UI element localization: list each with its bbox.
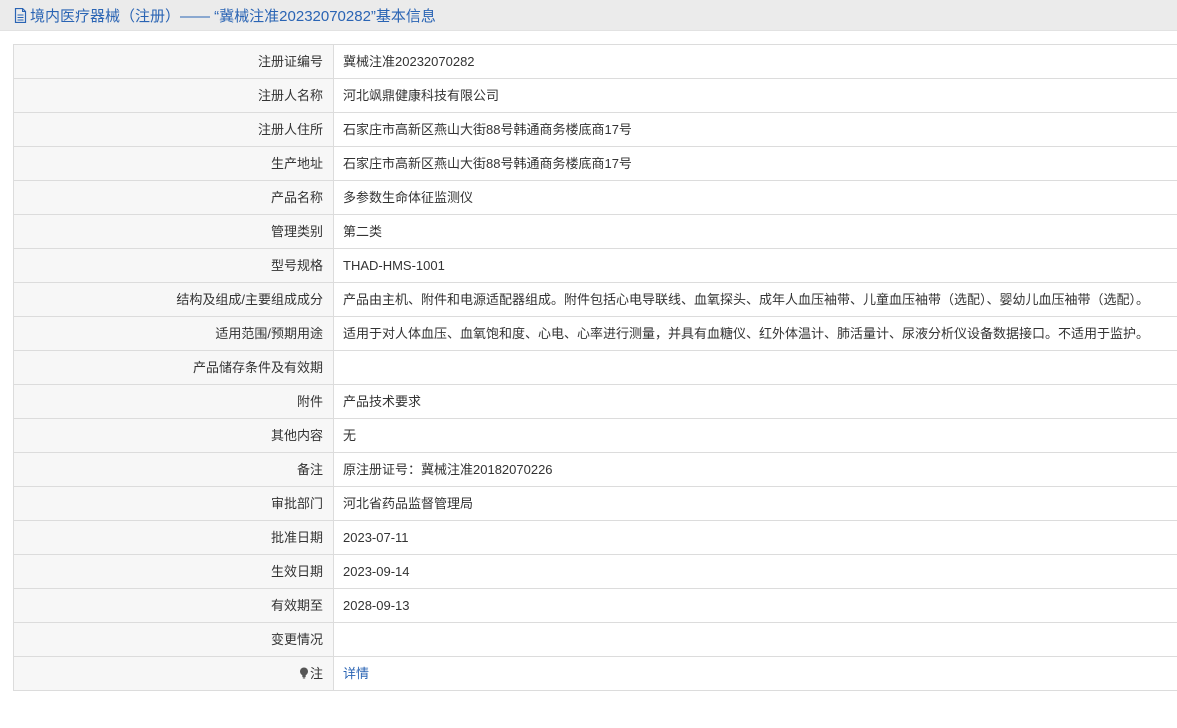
table-row: 结构及组成/主要组成成分 产品由主机、附件和电源适配器组成。附件包括心电导联线、血… bbox=[13, 282, 1177, 317]
field-label: 型号规格 bbox=[13, 248, 334, 283]
note-row: 注 详情 bbox=[13, 656, 1177, 691]
note-label: 注 bbox=[309, 666, 323, 681]
field-value bbox=[333, 350, 1177, 385]
field-value: 冀械注准20232070282 bbox=[333, 44, 1177, 79]
table-row: 注册人名称 河北飒鼎健康科技有限公司 bbox=[13, 78, 1177, 113]
field-label: 变更情况 bbox=[13, 622, 334, 657]
field-value: 河北省药品监督管理局 bbox=[333, 486, 1177, 521]
table-row: 变更情况 bbox=[13, 622, 1177, 657]
note-label-cell: 注 bbox=[13, 656, 334, 691]
field-value: 原注册证号：冀械注准20182070226 bbox=[333, 452, 1177, 487]
field-value: 2028-09-13 bbox=[333, 588, 1177, 623]
table-row: 产品名称 多参数生命体征监测仪 bbox=[13, 180, 1177, 215]
field-label: 产品储存条件及有效期 bbox=[13, 350, 334, 385]
field-value: THAD-HMS-1001 bbox=[333, 248, 1177, 283]
field-label: 产品名称 bbox=[13, 180, 334, 215]
field-value: 无 bbox=[333, 418, 1177, 453]
field-value: 多参数生命体征监测仪 bbox=[333, 180, 1177, 215]
field-label: 注册人住所 bbox=[13, 112, 334, 147]
field-value: 第二类 bbox=[333, 214, 1177, 249]
table-row: 生产地址 石家庄市高新区燕山大街88号韩通商务楼底商17号 bbox=[13, 146, 1177, 181]
field-value: 石家庄市高新区燕山大街88号韩通商务楼底商17号 bbox=[333, 146, 1177, 181]
field-value: 石家庄市高新区燕山大街88号韩通商务楼底商17号 bbox=[333, 112, 1177, 147]
field-label: 注册证编号 bbox=[13, 44, 334, 79]
detail-link[interactable]: 详情 bbox=[343, 666, 369, 681]
page-title: 境内医疗器械（注册）—— “冀械注准20232070282”基本信息 bbox=[30, 7, 436, 25]
table-row: 产品储存条件及有效期 bbox=[13, 350, 1177, 385]
table-row: 有效期至 2028-09-13 bbox=[13, 588, 1177, 623]
field-label: 其他内容 bbox=[13, 418, 334, 453]
document-icon bbox=[14, 7, 27, 23]
table-row: 审批部门 河北省药品监督管理局 bbox=[13, 486, 1177, 521]
field-value: 河北飒鼎健康科技有限公司 bbox=[333, 78, 1177, 113]
table-row: 型号规格 THAD-HMS-1001 bbox=[13, 248, 1177, 283]
field-value bbox=[333, 622, 1177, 657]
table-row: 生效日期 2023-09-14 bbox=[13, 554, 1177, 589]
field-label: 审批部门 bbox=[13, 486, 334, 521]
table-row: 批准日期 2023-07-11 bbox=[13, 520, 1177, 555]
field-value: 产品技术要求 bbox=[333, 384, 1177, 419]
table-row: 其他内容无 bbox=[13, 418, 1177, 453]
field-label: 结构及组成/主要组成成分 bbox=[13, 282, 334, 317]
table-row: 附件 产品技术要求 bbox=[13, 384, 1177, 419]
field-label: 注册人名称 bbox=[13, 78, 334, 113]
basic-info-table: 注册证编号 冀械注准20232070282 注册人名称 河北飒鼎健康科技有限公司 注册人… bbox=[13, 44, 1177, 691]
table-row: 适用范围/预期用途 适用于对人体血压、血氧饱和度、心电、心率进行测量，并具有血糖仪… bbox=[13, 316, 1177, 351]
field-label: 生效日期 bbox=[13, 554, 334, 589]
field-value: 2023-09-14 bbox=[333, 554, 1177, 589]
table-row: 注册人住所 石家庄市高新区燕山大街88号韩通商务楼底商17号 bbox=[13, 112, 1177, 147]
table-row: 管理类别 第二类 bbox=[13, 214, 1177, 249]
field-label: 批准日期 bbox=[13, 520, 334, 555]
table-row: 注册证编号 冀械注准20232070282 bbox=[13, 44, 1177, 79]
lightbulb-icon bbox=[299, 667, 309, 679]
field-value: 2023-07-11 bbox=[333, 520, 1177, 555]
field-label: 附件 bbox=[13, 384, 334, 419]
field-value: 产品由主机、附件和电源适配器组成。附件包括心电导联线、血氧探头、成年人血压袖带、… bbox=[333, 282, 1177, 317]
note-value-cell: 详情 bbox=[333, 656, 1177, 691]
field-value: 适用于对人体血压、血氧饱和度、心电、心率进行测量，并具有血糖仪、红外体温计、肺活… bbox=[333, 316, 1177, 351]
field-label: 有效期至 bbox=[13, 588, 334, 623]
field-label: 备注 bbox=[13, 452, 334, 487]
table-row: 备注 原注册证号：冀械注准20182070226 bbox=[13, 452, 1177, 487]
field-label: 适用范围/预期用途 bbox=[13, 316, 334, 351]
page-title-bar: 境内医疗器械（注册）—— “冀械注准20232070282”基本信息 bbox=[0, 0, 1177, 31]
field-label: 管理类别 bbox=[13, 214, 334, 249]
field-label: 生产地址 bbox=[13, 146, 334, 181]
